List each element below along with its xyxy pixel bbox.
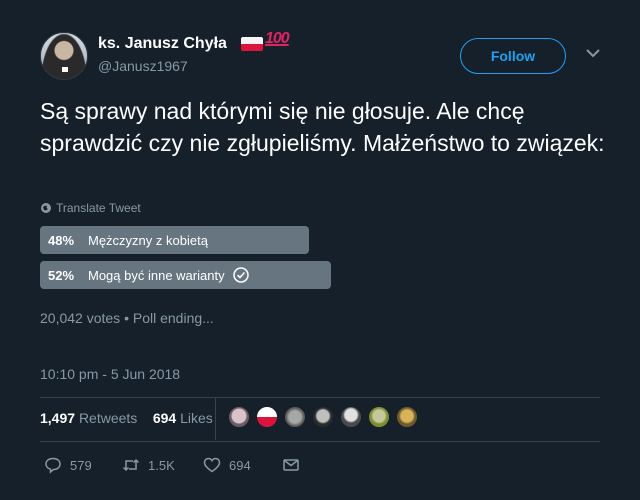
poll-option-percent: 52% (48, 267, 75, 283)
poll-option-percent: 48% (48, 232, 75, 248)
chevron-down-icon[interactable] (584, 44, 602, 62)
poll-status: Poll ending... (132, 310, 214, 326)
like-count: 694 (229, 457, 251, 473)
direct-message-action[interactable] (282, 456, 300, 474)
poll-meta: 20,042 votes • Poll ending... (40, 310, 214, 326)
stats-divider (215, 398, 216, 440)
liker-avatar[interactable] (228, 406, 250, 428)
liker-avatar[interactable] (396, 406, 418, 428)
author-avatar[interactable] (40, 32, 88, 80)
poll-option-label: Mężczyzny z kobietą (88, 232, 208, 248)
liker-avatar[interactable] (284, 406, 306, 428)
retweet-action[interactable]: 1.5K (122, 456, 175, 474)
tweet-timestamp[interactable]: 10:10 pm - 5 Jun 2018 (40, 366, 180, 382)
retweet-count: 1.5K (148, 457, 175, 473)
likes-stat[interactable]: 694 Likes (153, 410, 213, 426)
poland-flag-icon (241, 37, 263, 51)
poll-separator: • (124, 310, 133, 326)
translate-tweet-label: Translate Tweet (56, 201, 141, 215)
divider (40, 441, 600, 442)
poll-votes: 20,042 votes (40, 310, 121, 326)
poll-option-label: Mogą być inne warianty (88, 267, 225, 283)
tweet-stats: 1,497 Retweets 694 Likes (40, 410, 213, 426)
author-display-name[interactable]: ks. Janusz Chyła (98, 35, 227, 53)
globe-icon (41, 203, 51, 213)
reply-icon (45, 457, 61, 474)
liker-avatar[interactable] (340, 406, 362, 428)
poll-option-2: 52% Mogą być inne warianty (40, 261, 331, 289)
envelope-icon (283, 459, 299, 471)
poll-option-1: 48% Mężczyzny z kobietą (40, 226, 309, 254)
author-handle[interactable]: @Janusz1967 (98, 58, 188, 74)
like-action[interactable]: 694 (203, 456, 251, 474)
tweet-text: Są sprawy nad którymi się nie głosuje. A… (40, 98, 605, 156)
reply-count: 579 (70, 457, 92, 473)
follow-button[interactable]: Follow (460, 38, 566, 74)
reply-action[interactable]: 579 (44, 456, 92, 474)
divider (40, 397, 600, 398)
liker-avatar[interactable] (368, 406, 390, 428)
retweet-icon (122, 458, 140, 472)
liker-avatar[interactable] (312, 406, 334, 428)
heart-icon (203, 457, 221, 473)
translate-tweet-link[interactable]: Translate Tweet (40, 201, 141, 215)
retweets-stat[interactable]: 1,497 Retweets (40, 410, 137, 426)
check-circle-icon (232, 267, 249, 283)
liker-avatar[interactable] (256, 406, 278, 428)
hundred-points-icon: 100 (265, 30, 290, 47)
